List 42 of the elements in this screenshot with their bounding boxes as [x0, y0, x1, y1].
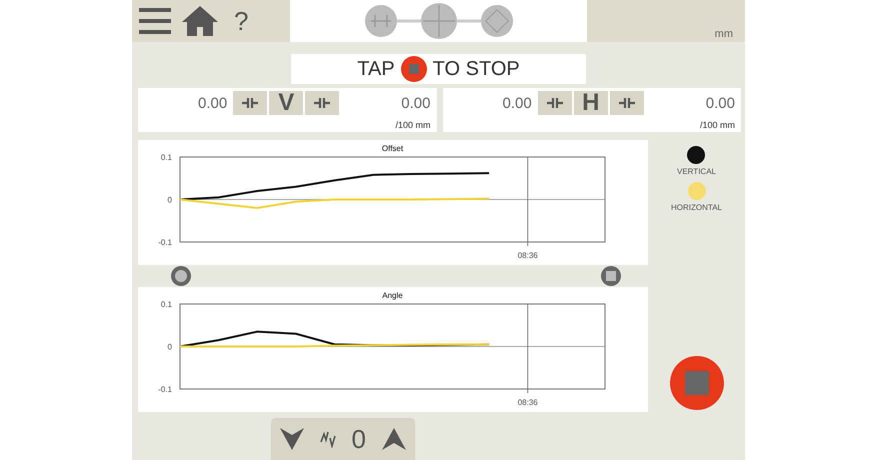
tick-label: -0.1 — [158, 385, 172, 394]
stop-button[interactable] — [670, 356, 724, 410]
reading-value: 0.00 — [197, 94, 228, 112]
tick-label: -0.1 — [158, 238, 172, 247]
time-label: 08:36 — [518, 398, 538, 407]
chart-title: Angle — [382, 291, 403, 300]
tick-label: 0 — [168, 342, 172, 352]
up-arrow-button[interactable] — [381, 427, 408, 451]
unit-label: /100 mm — [700, 120, 736, 130]
legend-label: HORIZONTAL — [671, 203, 722, 212]
status-text: TAP — [357, 58, 395, 80]
counter-value: 0 — [351, 424, 366, 454]
axis-label: H — [574, 91, 608, 115]
help-button[interactable]: ? — [234, 6, 248, 36]
tick-label: 0 — [168, 196, 172, 204]
home-icon[interactable] — [180, 4, 220, 38]
axis-label: V — [269, 91, 304, 115]
tick-label: 0.1 — [160, 153, 172, 162]
gap-icon — [546, 97, 564, 109]
gap-button[interactable] — [538, 91, 572, 115]
stop-icon — [400, 56, 427, 82]
unit-label: /100 mm — [395, 120, 432, 130]
gap-button[interactable] — [233, 91, 268, 115]
gap-icon — [618, 97, 636, 109]
reading-value: 0.00 — [704, 94, 736, 112]
time-label: 08:36 — [518, 251, 538, 260]
wave-icon — [320, 430, 336, 448]
menu-icon[interactable] — [138, 6, 172, 36]
gap-icon — [313, 97, 332, 109]
unit-label: mm — [714, 28, 733, 40]
record-button[interactable] — [170, 265, 192, 287]
gap-icon — [241, 97, 260, 109]
gap-button[interactable] — [610, 91, 644, 115]
legend-label: VERTICAL — [677, 167, 716, 176]
down-arrow-button[interactable] — [278, 427, 305, 451]
gap-button[interactable] — [305, 91, 340, 115]
stop-button[interactable] — [600, 265, 622, 287]
reading-value: 0.00 — [400, 94, 432, 112]
tick-label: 0.1 — [160, 300, 172, 309]
status-text: TO STOP — [432, 58, 520, 80]
chart-title: Offset — [382, 144, 404, 153]
reading-value: 0.00 — [502, 94, 533, 112]
